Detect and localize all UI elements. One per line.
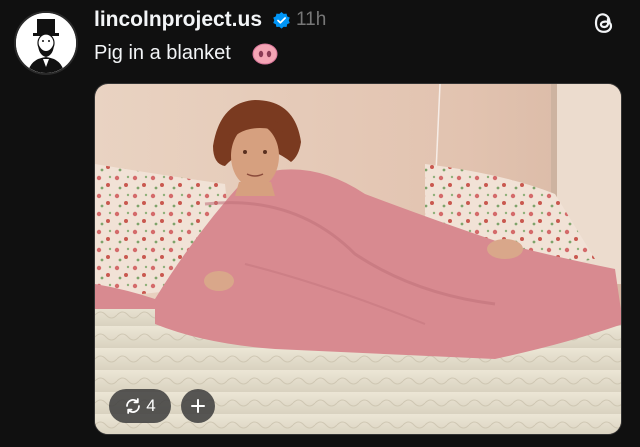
threads-logo-icon[interactable] (592, 10, 616, 36)
add-button[interactable] (181, 389, 215, 423)
post-timestamp: 11h (296, 9, 327, 30)
avatar[interactable] (14, 11, 78, 75)
lincoln-portrait-icon (16, 13, 76, 73)
repost-icon (126, 398, 141, 414)
verified-badge-icon (273, 11, 290, 29)
post-header: lincolnproject.us 11h Pig in a blanket (0, 0, 640, 80)
photo-man-in-pink-blanket (95, 84, 621, 434)
repost-button[interactable]: 4 (109, 389, 171, 423)
post-caption: Pig in a blanket (94, 42, 231, 64)
username[interactable]: lincolnproject.us (94, 8, 262, 32)
repost-count: 4 (146, 396, 156, 415)
post-image[interactable]: 4 (94, 83, 622, 435)
pig-nose-icon (252, 43, 278, 65)
plus-icon (191, 399, 205, 413)
